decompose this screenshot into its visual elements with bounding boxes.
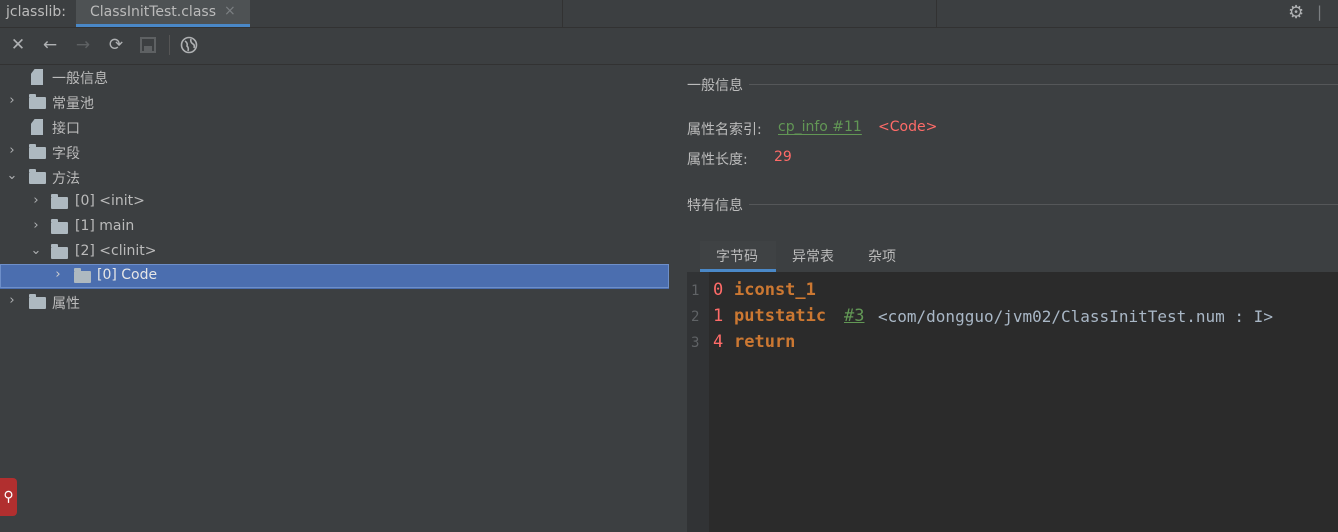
tree-item-methods[interactable]: ⌄ 方法	[0, 165, 669, 190]
tree-item-interfaces[interactable]: 接口	[0, 115, 669, 140]
tree-item-method-init[interactable]: › [0] <init>	[0, 190, 669, 215]
editor-tab-bar: jclasslib: ClassInitTest.class × ⚙ |	[0, 0, 1338, 28]
tree-item-constant-pool[interactable]: › 常量池	[0, 90, 669, 115]
separator-icon: |	[1317, 3, 1323, 21]
tree-item-label: [1] main	[75, 218, 135, 234]
tree-item-label: [2] <clinit>	[75, 243, 157, 259]
bytecode-view[interactable]: 1 0 iconst_1 2 1 putstatic #3 <com/dongg…	[687, 272, 1338, 532]
cp-info-link[interactable]: cp_info #11	[778, 119, 862, 135]
folder-icon	[29, 144, 46, 159]
tree-item-label: 一般信息	[52, 71, 108, 87]
name-index-label: 属性名索引:	[687, 122, 762, 138]
refresh-icon[interactable]: ⟳	[105, 34, 127, 56]
tab-label: ClassInitTest.class	[90, 4, 216, 20]
chevron-right-icon[interactable]: ›	[30, 218, 42, 233]
bytecode-offset: 0	[713, 280, 724, 300]
chevron-right-icon[interactable]: ›	[6, 143, 18, 158]
section-title: 一般信息	[687, 78, 743, 94]
detail-pane: 一般信息 属性名索引: cp_info #11 <Code> 属性长度: 29 …	[687, 65, 1338, 532]
tree-item-code[interactable]: › [0] Code	[0, 264, 669, 289]
length-value: 29	[774, 149, 792, 165]
tab-divider	[936, 0, 937, 27]
section-divider	[749, 84, 1338, 85]
tree-item-label: 常量池	[52, 96, 94, 112]
toolbar: ✕ ← → ⟳	[0, 28, 1338, 65]
tree-item-label: [0] Code	[97, 267, 158, 283]
bytecode-opcode: putstatic	[734, 306, 827, 326]
section-title: 特有信息	[687, 198, 743, 214]
app-title: jclasslib:	[6, 4, 67, 20]
general-info-section: 一般信息	[687, 75, 1338, 95]
close-icon[interactable]: ×	[224, 3, 236, 19]
back-arrow-icon[interactable]: ←	[39, 34, 61, 56]
tab-misc[interactable]: 杂项	[868, 246, 896, 266]
tab-active-indicator	[76, 24, 250, 27]
detail-tabs: 字节码 异常表 杂项	[687, 241, 1338, 272]
folder-icon	[74, 268, 91, 283]
save-icon[interactable]	[137, 34, 159, 56]
search-plugin-icon[interactable]: ⚲	[0, 478, 17, 516]
globe-icon[interactable]	[178, 34, 200, 56]
section-divider	[749, 204, 1338, 205]
tree-item-label: 接口	[52, 121, 80, 137]
line-number: 2	[691, 309, 700, 325]
file-icon	[31, 119, 43, 135]
chevron-down-icon[interactable]: ⌄	[6, 168, 18, 183]
chevron-right-icon[interactable]: ›	[6, 293, 18, 308]
chevron-right-icon[interactable]: ›	[52, 267, 64, 282]
gear-icon[interactable]: ⚙	[1288, 2, 1304, 23]
tab-divider	[562, 0, 563, 27]
tree-item-label: 方法	[52, 171, 80, 187]
length-label: 属性长度:	[687, 152, 748, 168]
bytecode-opcode: iconst_1	[734, 280, 816, 300]
name-index-value: <Code>	[878, 119, 938, 135]
toolbar-separator	[169, 35, 170, 55]
bytecode-opcode: return	[734, 332, 796, 352]
tree-item-method-main[interactable]: › [1] main	[0, 215, 669, 240]
folder-icon	[29, 169, 46, 184]
tree-item-label: 属性	[52, 296, 80, 312]
forward-arrow-icon[interactable]: →	[72, 34, 94, 56]
chevron-right-icon[interactable]: ›	[6, 93, 18, 108]
bytecode-offset: 1	[713, 306, 724, 326]
chevron-down-icon[interactable]: ⌄	[30, 243, 42, 258]
line-number: 3	[691, 335, 700, 351]
splitter[interactable]	[669, 65, 687, 532]
folder-icon	[51, 219, 68, 234]
file-icon	[31, 69, 43, 85]
tree-item-label: 字段	[52, 146, 80, 162]
tree-item-general-info[interactable]: 一般信息	[0, 65, 669, 90]
tree-item-method-clinit[interactable]: ⌄ [2] <clinit>	[0, 240, 669, 265]
tree-item-fields[interactable]: › 字段	[0, 140, 669, 165]
tab-bytecode[interactable]: 字节码	[716, 246, 758, 266]
folder-icon	[51, 244, 68, 259]
tree-item-attributes[interactable]: › 属性	[0, 290, 669, 315]
bytecode-comment: <com/dongguo/jvm02/ClassInitTest.num : I…	[878, 307, 1273, 326]
constant-pool-ref-link[interactable]: #3	[844, 306, 864, 326]
tree-item-label: [0] <init>	[75, 193, 145, 209]
specific-info-section: 特有信息	[687, 195, 1338, 215]
folder-icon	[29, 294, 46, 309]
line-number: 1	[691, 283, 700, 299]
tab-classinittest[interactable]: ClassInitTest.class ×	[76, 0, 250, 27]
close-icon[interactable]: ✕	[7, 34, 29, 56]
structure-tree: 一般信息 › 常量池 接口 › 字段 ⌄ 方法 › [0] <init> › […	[0, 65, 669, 532]
folder-icon	[29, 94, 46, 109]
tab-exception-table[interactable]: 异常表	[792, 246, 834, 266]
chevron-right-icon[interactable]: ›	[30, 193, 42, 208]
folder-icon	[51, 194, 68, 209]
bytecode-offset: 4	[713, 332, 724, 352]
